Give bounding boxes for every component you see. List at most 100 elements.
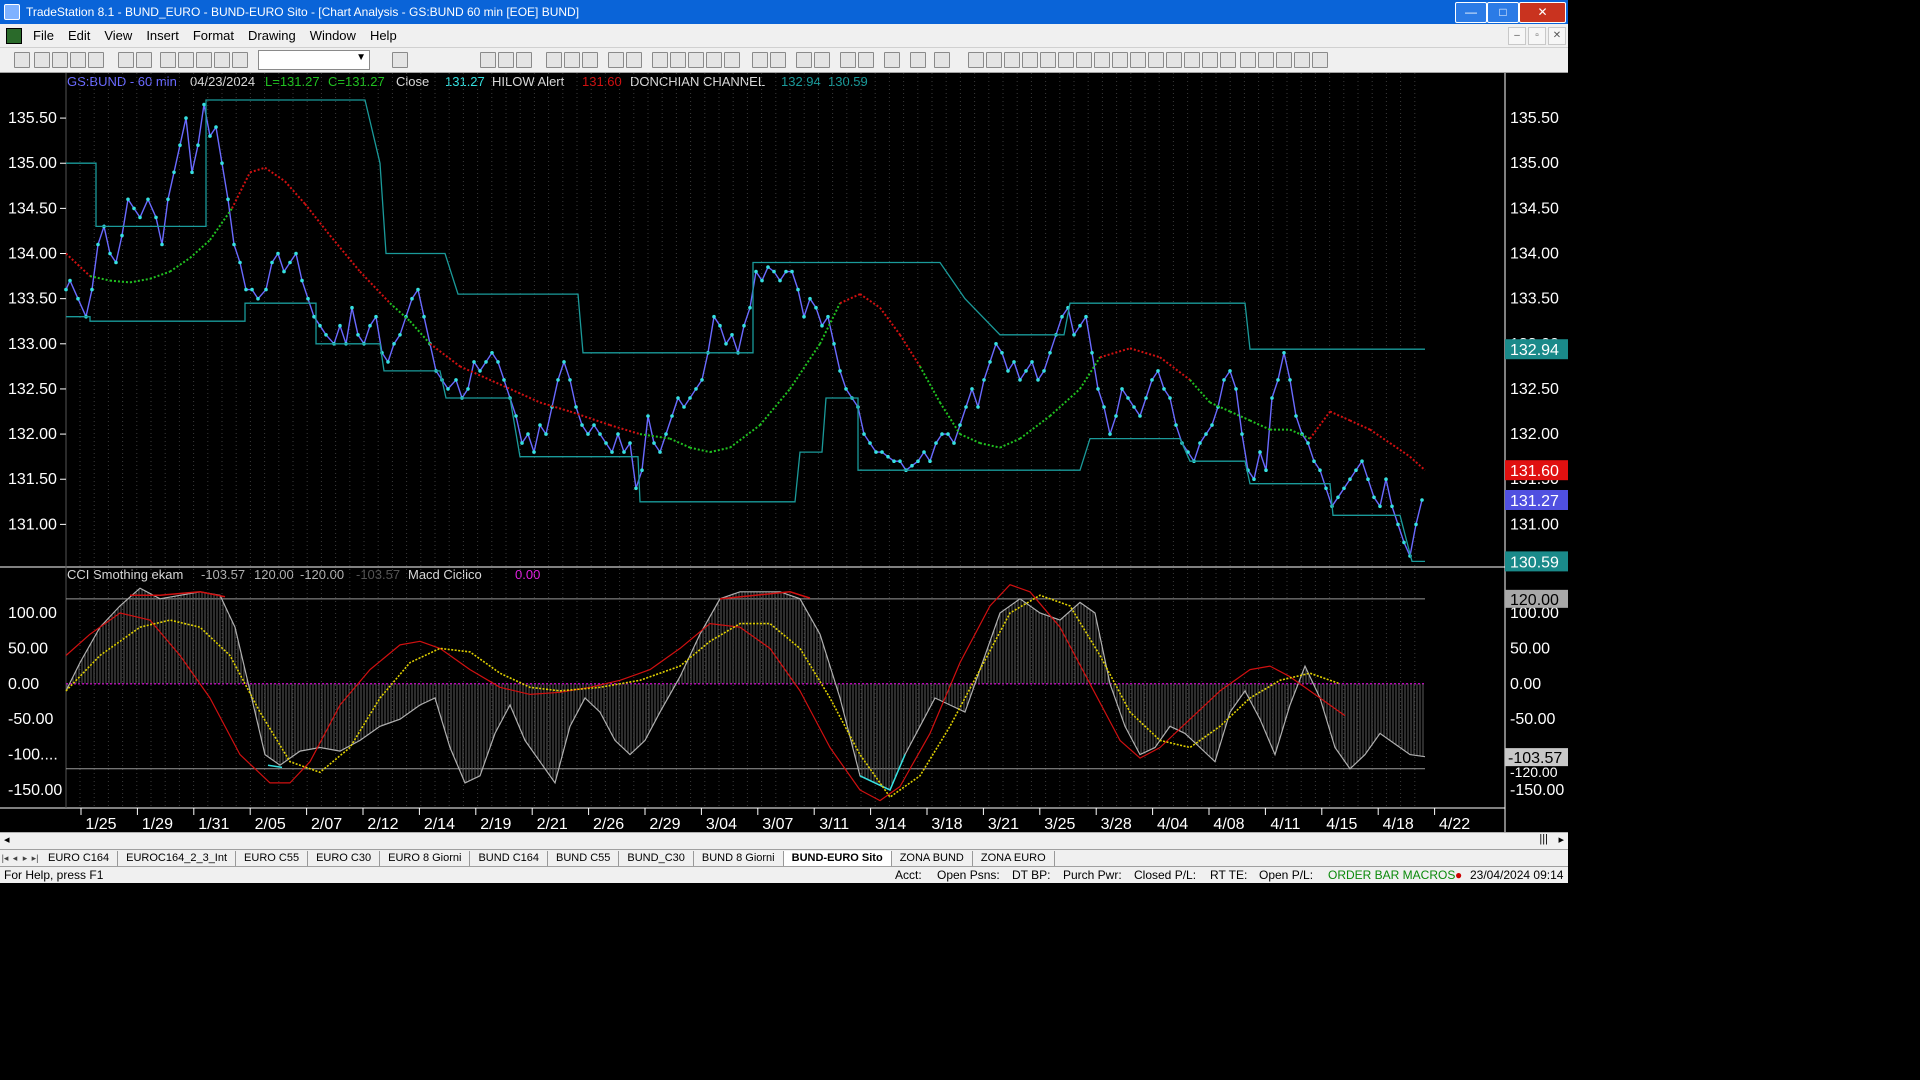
maximize-button[interactable]: □ bbox=[1487, 2, 1519, 23]
workspace-tab-2[interactable]: EUROC164_2_3_Int bbox=[118, 851, 237, 866]
chart-document-icon[interactable] bbox=[6, 27, 22, 44]
scroll-thumb-icon[interactable]: ||| bbox=[1539, 833, 1548, 845]
toolbar-button-31-icon[interactable] bbox=[840, 52, 856, 68]
toolbar-button-32-icon[interactable] bbox=[858, 52, 874, 68]
scroll-right-arrow-icon[interactable]: ▸ bbox=[1558, 833, 1564, 846]
toolbar-button-42-icon[interactable] bbox=[1076, 52, 1092, 68]
workspace-tab-5[interactable]: EURO 8 Giorni bbox=[380, 851, 471, 866]
price-point bbox=[598, 432, 602, 436]
toolbar-button-38-icon[interactable] bbox=[1004, 52, 1020, 68]
toolbar-button-30-icon[interactable] bbox=[814, 52, 830, 68]
workspace-tab-4[interactable]: EURO C30 bbox=[308, 851, 381, 866]
toolbar-button-9-icon[interactable] bbox=[178, 52, 194, 68]
toolbar-button-13-icon[interactable] bbox=[392, 52, 408, 68]
toolbar-button-25-icon[interactable] bbox=[706, 52, 722, 68]
toolbar-button-5-icon[interactable] bbox=[88, 52, 104, 68]
toolbar-button-24-icon[interactable] bbox=[688, 52, 704, 68]
toolbar-button-10-icon[interactable] bbox=[196, 52, 212, 68]
toolbar-button-41-icon[interactable] bbox=[1058, 52, 1074, 68]
toolbar-button-8-icon[interactable] bbox=[160, 52, 176, 68]
toolbar-button-50-icon[interactable] bbox=[1220, 52, 1236, 68]
toolbar-button-21-icon[interactable] bbox=[626, 52, 642, 68]
toolbar-button-36-icon[interactable] bbox=[968, 52, 984, 68]
menu-drawing[interactable]: Drawing bbox=[241, 28, 303, 43]
tab-prev-icon[interactable]: ◂ bbox=[10, 853, 20, 864]
toolbar-button-18-icon[interactable] bbox=[564, 52, 580, 68]
workspace-tab-12[interactable]: ZONA EURO bbox=[973, 851, 1055, 866]
toolbar-button-43-icon[interactable] bbox=[1094, 52, 1110, 68]
toolbar-button-35-icon[interactable] bbox=[934, 52, 950, 68]
toolbar-button-49-icon[interactable] bbox=[1202, 52, 1218, 68]
window-titlebar[interactable]: TradeStation 8.1 - BUND_EURO - BUND-EURO… bbox=[0, 0, 1568, 24]
toolbar-button-23-icon[interactable] bbox=[670, 52, 686, 68]
toolbar-button-29-icon[interactable] bbox=[796, 52, 812, 68]
toolbar-button-37-icon[interactable] bbox=[986, 52, 1002, 68]
toolbar-button-2-icon[interactable] bbox=[34, 52, 50, 68]
toolbar-button-47-icon[interactable] bbox=[1166, 52, 1182, 68]
price-axis-label-right: 133.50 bbox=[1510, 291, 1559, 308]
mdi-restore-button[interactable]: ▫ bbox=[1528, 27, 1546, 45]
toolbar-button-4-icon[interactable] bbox=[70, 52, 86, 68]
workspace-tab-8[interactable]: BUND_C30 bbox=[619, 851, 694, 866]
close-button[interactable]: ✕ bbox=[1519, 2, 1566, 23]
scroll-left-arrow-icon[interactable]: ◂ bbox=[4, 833, 10, 846]
toolbar-button-22-icon[interactable] bbox=[652, 52, 668, 68]
toolbar-button-55-icon[interactable] bbox=[1312, 52, 1328, 68]
workspace-tab-6[interactable]: BUND C164 bbox=[470, 851, 548, 866]
chart-analysis-window[interactable]: GS:BUND - 60 min 04/23/2024 L=131.27 C=1… bbox=[0, 73, 1568, 837]
toolbar-button-53-icon[interactable] bbox=[1276, 52, 1292, 68]
price-point bbox=[892, 459, 896, 464]
horizontal-scrollbar[interactable]: ◂ ||| ▸ bbox=[0, 832, 1568, 850]
toolbar-button-40-icon[interactable] bbox=[1040, 52, 1056, 68]
toolbar-button-15-icon[interactable] bbox=[498, 52, 514, 68]
toolbar-button-52-icon[interactable] bbox=[1258, 52, 1274, 68]
toolbar-button-34-icon[interactable] bbox=[910, 52, 926, 68]
menu-edit[interactable]: Edit bbox=[61, 28, 97, 43]
workspace-tab-10[interactable]: BUND-EURO Sito bbox=[783, 851, 892, 866]
chart-canvas[interactable]: GS:BUND - 60 min 04/23/2024 L=131.27 C=1… bbox=[0, 73, 1568, 837]
menu-format[interactable]: Format bbox=[186, 28, 241, 43]
toolbar-button-19-icon[interactable] bbox=[582, 52, 598, 68]
status-order-bar-macros[interactable]: ORDER BAR MACROS bbox=[1328, 868, 1455, 882]
menu-insert[interactable]: Insert bbox=[139, 28, 186, 43]
mdi-close-button[interactable]: ✕ bbox=[1548, 27, 1566, 45]
toolbar-button-1-icon[interactable] bbox=[14, 52, 30, 68]
menu-view[interactable]: View bbox=[97, 28, 139, 43]
workspace-tab-9[interactable]: BUND 8 Giorni bbox=[694, 851, 784, 866]
menu-help[interactable]: Help bbox=[363, 28, 404, 43]
toolbar-button-45-icon[interactable] bbox=[1130, 52, 1146, 68]
toolbar-button-16-icon[interactable] bbox=[516, 52, 532, 68]
toolbar-button-3-icon[interactable] bbox=[52, 52, 68, 68]
workspace-tab-3[interactable]: EURO C55 bbox=[236, 851, 309, 866]
toolbar-button-14-icon[interactable] bbox=[480, 52, 496, 68]
toolbar-button-33-icon[interactable] bbox=[884, 52, 900, 68]
tab-next-icon[interactable]: ▸ bbox=[20, 853, 30, 864]
toolbar-button-28-icon[interactable] bbox=[770, 52, 786, 68]
toolbar-button-27-icon[interactable] bbox=[752, 52, 768, 68]
minimize-button[interactable]: — bbox=[1455, 2, 1487, 23]
price-point bbox=[1360, 459, 1364, 464]
toolbar-button-7-icon[interactable] bbox=[136, 52, 152, 68]
workspace-tab-7[interactable]: BUND C55 bbox=[548, 851, 620, 866]
menu-file[interactable]: File bbox=[26, 28, 61, 43]
toolbar-button-12-icon[interactable] bbox=[232, 52, 248, 68]
toolbar-button-11-icon[interactable] bbox=[214, 52, 230, 68]
toolbar-button-17-icon[interactable] bbox=[546, 52, 562, 68]
toolbar-button-26-icon[interactable] bbox=[724, 52, 740, 68]
hilow-alert-segment bbox=[109, 279, 131, 284]
toolbar-button-44-icon[interactable] bbox=[1112, 52, 1128, 68]
toolbar-button-6-icon[interactable] bbox=[118, 52, 134, 68]
workspace-tab-1[interactable]: EURO C164 bbox=[40, 851, 119, 866]
toolbar-button-20-icon[interactable] bbox=[608, 52, 624, 68]
mdi-minimize-button[interactable]: – bbox=[1508, 27, 1526, 45]
workspace-tab-11[interactable]: ZONA BUND bbox=[892, 851, 973, 866]
menu-window[interactable]: Window bbox=[303, 28, 363, 43]
symbol-combo[interactable]: ▼ bbox=[258, 50, 370, 70]
toolbar-button-46-icon[interactable] bbox=[1148, 52, 1164, 68]
toolbar-button-54-icon[interactable] bbox=[1294, 52, 1310, 68]
tab-first-icon[interactable]: |◂ bbox=[0, 853, 10, 864]
toolbar-button-51-icon[interactable] bbox=[1240, 52, 1256, 68]
toolbar-button-48-icon[interactable] bbox=[1184, 52, 1200, 68]
tab-last-icon[interactable]: ▸| bbox=[30, 853, 40, 864]
toolbar-button-39-icon[interactable] bbox=[1022, 52, 1038, 68]
